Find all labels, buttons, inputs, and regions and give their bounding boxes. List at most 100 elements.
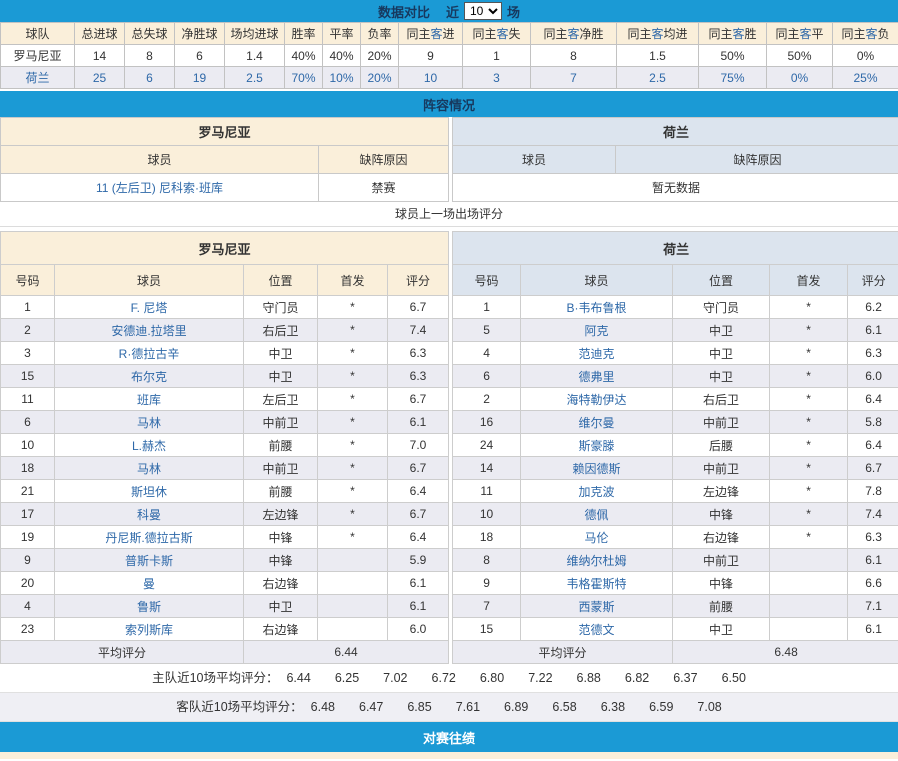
player-link[interactable]: 维纳尔杜姆 <box>521 549 673 572</box>
player-link[interactable]: 丹尼斯.德拉古斯 <box>55 526 244 549</box>
starter-mark <box>770 618 848 641</box>
starter-mark: * <box>318 480 388 503</box>
stat-cell: 6 <box>125 67 175 89</box>
player-rating: 6.1 <box>388 572 449 595</box>
player-rating: 6.1 <box>388 411 449 434</box>
player-rating: 7.0 <box>388 434 449 457</box>
player-link[interactable]: 布尔克 <box>55 365 244 388</box>
absent-player-link[interactable]: 11 (左后卫) 尼科索·班库 <box>1 174 319 202</box>
player-link[interactable]: 德弗里 <box>521 365 673 388</box>
player-link[interactable]: L.赫杰 <box>55 434 244 457</box>
average-rating-row: 平均评分 6.44 <box>1 641 449 664</box>
match-count-select[interactable]: 10 <box>464 2 502 20</box>
lineup-table-away: 荷兰 球员 缺阵原因 暂无数据 <box>452 117 898 202</box>
avg-rating-value: 7.02 <box>383 671 407 685</box>
player-link[interactable]: 科曼 <box>55 503 244 526</box>
player-number: 16 <box>453 411 521 434</box>
player-rating-row: 18 马林 中前卫 * 6.7 <box>1 457 449 480</box>
ratings-table-home: 罗马尼亚 号码球员位置首发评分 1 F. 尼塔 守门员 * 6.7 <box>0 231 449 664</box>
average-label: 平均评分 <box>453 641 673 664</box>
lineup-tables: 罗马尼亚 球员 缺阵原因 11 (左后卫) 尼科索·班库 禁赛 荷兰 球员 缺阵… <box>0 117 898 202</box>
average-value: 6.44 <box>244 641 449 664</box>
stat-cell: 7 <box>531 67 617 89</box>
player-rating-row: 2 海特勒伊达 右后卫 * 6.4 <box>453 388 898 411</box>
player-link[interactable]: 普斯卡斯 <box>55 549 244 572</box>
player-link[interactable]: 范德文 <box>521 618 673 641</box>
player-rating: 6.1 <box>848 618 898 641</box>
player-rating-row: 11 班库 左后卫 * 6.7 <box>1 388 449 411</box>
player-link[interactable]: 韦格霍斯特 <box>521 572 673 595</box>
player-number: 9 <box>1 549 55 572</box>
starter-mark: * <box>770 457 848 480</box>
stat-cell: 50% <box>767 45 833 67</box>
player-position: 前腰 <box>244 480 318 503</box>
player-position: 后腰 <box>673 434 770 457</box>
home-team-name: 罗马尼亚 <box>1 118 449 146</box>
player-link[interactable]: 曼 <box>55 572 244 595</box>
player-link[interactable]: 海特勒伊达 <box>521 388 673 411</box>
player-number: 2 <box>1 319 55 342</box>
player-link[interactable]: 加克波 <box>521 480 673 503</box>
player-link[interactable]: B·韦布鲁根 <box>521 296 673 319</box>
player-rating: 5.9 <box>388 549 449 572</box>
player-link[interactable]: 斯坦休 <box>55 480 244 503</box>
starter-mark: * <box>318 388 388 411</box>
player-link[interactable]: 德佩 <box>521 503 673 526</box>
lineup-title: 阵容情况 <box>423 95 475 114</box>
player-link[interactable]: 范迪克 <box>521 342 673 365</box>
no-data-cell: 暂无数据 <box>453 174 898 202</box>
player-rating: 6.4 <box>388 480 449 503</box>
avg-rating-value: 6.38 <box>601 700 625 714</box>
player-link[interactable]: 斯豪滕 <box>521 434 673 457</box>
avg-rating-value: 6.88 <box>577 671 601 685</box>
player-link[interactable]: 马林 <box>55 457 244 480</box>
player-link[interactable]: 索列斯库 <box>55 618 244 641</box>
player-position: 中锋 <box>244 526 318 549</box>
starter-mark <box>318 618 388 641</box>
player-number: 21 <box>1 480 55 503</box>
player-link[interactable]: F. 尼塔 <box>55 296 244 319</box>
player-rating-row: 3 R·德拉古辛 中卫 * 6.3 <box>1 342 449 365</box>
player-position: 中卫 <box>673 618 770 641</box>
home-avg-label: 主队近10场平均评分： <box>152 671 278 685</box>
absence-reason: 禁赛 <box>319 174 449 202</box>
header-text: 同主 <box>841 27 865 41</box>
header-text: 总进球 <box>81 27 117 41</box>
starter-mark: * <box>770 342 848 365</box>
player-number: 10 <box>1 434 55 457</box>
avg-rating-value: 6.89 <box>504 700 528 714</box>
header-text: 胜 <box>745 27 757 41</box>
player-link[interactable]: 鲁斯 <box>55 595 244 618</box>
player-link[interactable]: 赖因德斯 <box>521 457 673 480</box>
header-text: 同主 <box>627 27 651 41</box>
compare-title: 数据对比 <box>378 2 430 21</box>
player-link[interactable]: 阿克 <box>521 319 673 342</box>
ratings-col-header: 首发 <box>770 265 848 296</box>
player-link[interactable]: R·德拉古辛 <box>55 342 244 365</box>
player-link[interactable]: 班库 <box>55 388 244 411</box>
player-link[interactable]: 马伦 <box>521 526 673 549</box>
compare-header-cell: 球队 <box>1 23 75 45</box>
away-avg-label: 客队近10场平均评分： <box>176 700 302 714</box>
player-link[interactable]: 西蒙斯 <box>521 595 673 618</box>
average-value: 6.48 <box>673 641 898 664</box>
player-rating: 5.8 <box>848 411 898 434</box>
stat-cell: 2.5 <box>617 67 699 89</box>
stat-cell: 20% <box>361 67 399 89</box>
player-rating-row: 17 科曼 左边锋 * 6.7 <box>1 503 449 526</box>
player-position: 右边锋 <box>244 572 318 595</box>
starter-mark: * <box>770 503 848 526</box>
player-link[interactable]: 马林 <box>55 411 244 434</box>
stat-cell: 40% <box>323 45 361 67</box>
stat-cell: 1.5 <box>617 45 699 67</box>
header-highlight: 客 <box>567 27 579 41</box>
player-link[interactable]: 维尔曼 <box>521 411 673 434</box>
compare-header-cell: 平率 <box>323 23 361 45</box>
player-rating-row: 5 阿克 中卫 * 6.1 <box>453 319 898 342</box>
compare-row: 荷兰 25 6 19 2.5 70% 10% 20% 10 3 7 2.5 75… <box>1 67 898 89</box>
player-link[interactable]: 安德迪.拉塔里 <box>55 319 244 342</box>
away-avg-ratings-row: 客队近10场平均评分：6.486.476.857.616.896.586.386… <box>0 693 898 722</box>
player-number: 9 <box>453 572 521 595</box>
player-rating-row: 19 丹尼斯.德拉古斯 中锋 * 6.4 <box>1 526 449 549</box>
reason-col-header: 缺阵原因 <box>319 146 449 174</box>
